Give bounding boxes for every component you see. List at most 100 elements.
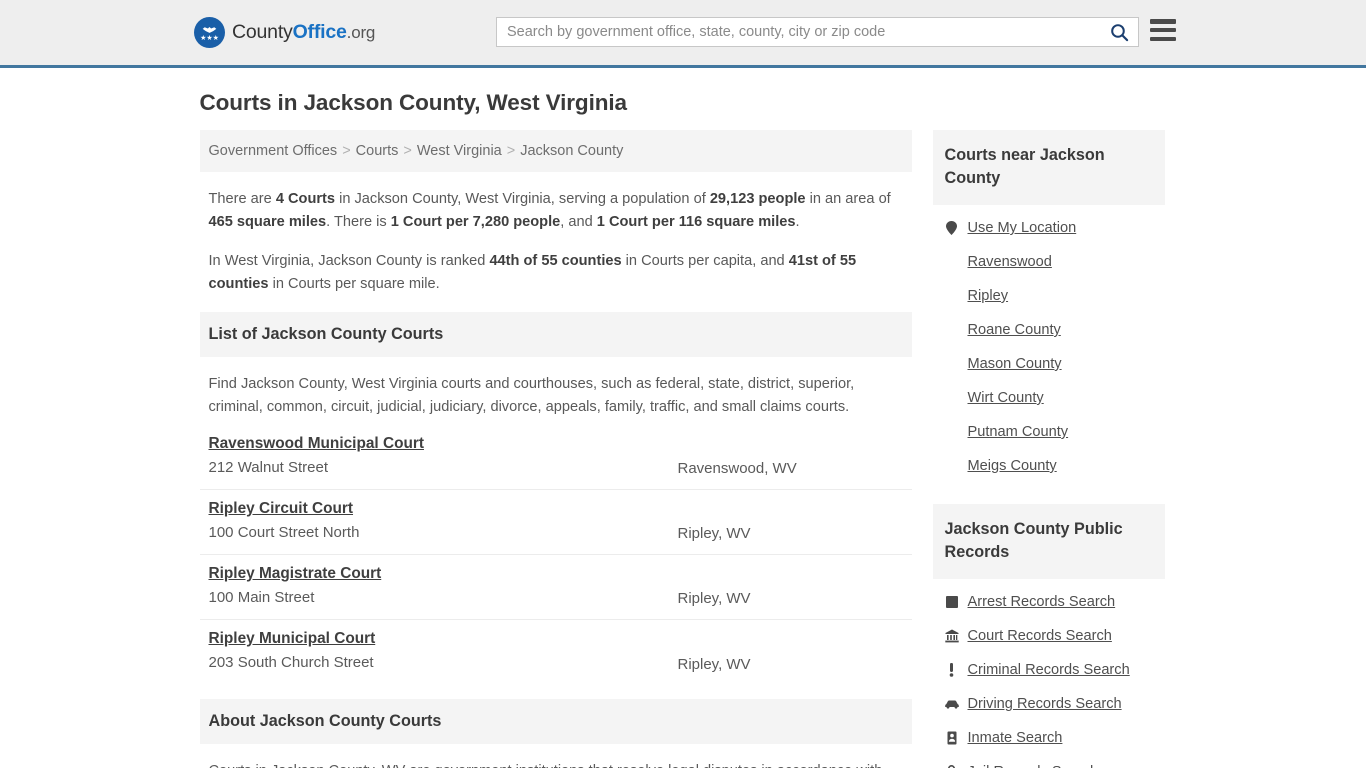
list-item: Ravenswood bbox=[933, 245, 1165, 279]
list-item: Putnam County bbox=[933, 415, 1165, 449]
about-section-heading: About Jackson County Courts bbox=[199, 699, 912, 744]
list-item: Use My Location bbox=[933, 211, 1165, 245]
sidebar-link[interactable]: Inmate Search bbox=[968, 730, 1063, 746]
stat-value: 465 square miles bbox=[208, 214, 327, 230]
hamburger-bar-3 bbox=[1150, 36, 1176, 41]
stat-text: , and bbox=[560, 214, 597, 230]
site-header: ★★★ CountyOffice.org bbox=[0, 0, 1366, 68]
stat-text: There are bbox=[208, 191, 276, 207]
exclamation-icon bbox=[945, 663, 959, 677]
breadcrumb-separator: > bbox=[403, 143, 412, 159]
list-section-description: Find Jackson County, West Virginia court… bbox=[208, 376, 855, 415]
sidebar-link[interactable]: Use My Location bbox=[968, 220, 1077, 236]
stat-text: . bbox=[795, 214, 800, 230]
sidebar: Courts near Jackson County Use My Locati… bbox=[932, 130, 1165, 768]
court-address: 203 South Church Street bbox=[208, 654, 374, 671]
brand-part-county: County bbox=[232, 21, 293, 43]
intro-paragraph-1: There are 4 Courts in Jackson County, We… bbox=[209, 188, 903, 234]
car-icon bbox=[944, 699, 959, 709]
breadcrumb-separator: > bbox=[342, 143, 351, 159]
list-item: Roane County bbox=[933, 313, 1165, 347]
hamburger-bar-2 bbox=[1150, 27, 1176, 33]
sidebar-link[interactable]: Roane County bbox=[968, 322, 1061, 338]
page-container: Courts in Jackson County, West Virginia … bbox=[191, 68, 1176, 768]
breadcrumb-item[interactable]: Government Offices bbox=[209, 143, 338, 159]
court-address: 212 Walnut Street bbox=[208, 459, 329, 476]
breadcrumb-item[interactable]: Jackson County bbox=[520, 143, 623, 159]
list-item: Arrest Records Search bbox=[933, 585, 1165, 619]
search-bar bbox=[496, 17, 1139, 47]
court-name-link[interactable]: Ripley Magistrate Court bbox=[209, 565, 382, 583]
court-row: Ripley Circuit Court 100 Court Street Nor… bbox=[199, 490, 912, 555]
court-name-link[interactable]: Ravenswood Municipal Court bbox=[209, 435, 424, 453]
court-name-link[interactable]: Ripley Municipal Court bbox=[209, 630, 376, 648]
list-item: Jail Records Search bbox=[933, 755, 1165, 768]
sidebar-link[interactable]: Criminal Records Search bbox=[968, 662, 1130, 678]
sidebar-link[interactable]: Driving Records Search bbox=[968, 696, 1122, 712]
sidebar-link[interactable]: Ripley bbox=[968, 288, 1009, 304]
hamburger-menu-icon[interactable] bbox=[1150, 19, 1176, 41]
list-item: Criminal Records Search bbox=[933, 653, 1165, 687]
hamburger-bar-1 bbox=[1150, 19, 1176, 24]
brand-part-tld: .org bbox=[346, 23, 376, 42]
search-icon bbox=[1110, 23, 1128, 41]
list-item: Driving Records Search bbox=[933, 687, 1165, 721]
court-address: 100 Court Street North bbox=[208, 524, 360, 541]
sidebar-link[interactable]: Mason County bbox=[968, 356, 1062, 372]
nearby-list: Use My Location Ravenswood Ripley Roane Cou… bbox=[933, 205, 1165, 483]
id-card-icon bbox=[945, 731, 959, 745]
stat-value: 1 Court per 7,280 people bbox=[390, 214, 561, 230]
breadcrumb-separator: > bbox=[506, 143, 516, 159]
site-logo-link[interactable]: ★★★ CountyOffice.org bbox=[194, 17, 375, 48]
list-item: Wirt County bbox=[933, 381, 1165, 415]
eagle-seal-icon: ★★★ bbox=[194, 17, 225, 48]
stat-value: 4 Courts bbox=[275, 191, 336, 207]
list-item: Mason County bbox=[933, 347, 1165, 381]
court-row: Ripley Municipal Court 203 South Church S… bbox=[200, 620, 912, 685]
sidebar-link[interactable]: Court Records Search bbox=[968, 628, 1112, 644]
court-row: Ravenswood Municipal Court 212 Walnut Str… bbox=[199, 425, 912, 490]
sidebar-link[interactable]: Ravenswood bbox=[968, 254, 1052, 270]
list-item: Ripley bbox=[933, 279, 1165, 313]
sidebar-link[interactable]: Putnam County bbox=[968, 424, 1069, 440]
courts-list: Ravenswood Municipal Court 212 Walnut Str… bbox=[199, 425, 912, 685]
list-item: Court Records Search bbox=[933, 619, 1165, 653]
stat-value: 1 Court per 116 square miles bbox=[596, 214, 796, 230]
content-columns: Government Offices > Courts > West Virginia >… bbox=[191, 130, 1176, 768]
breadcrumb: Government Offices > Courts > West Virginia >… bbox=[199, 130, 912, 172]
records-heading: Jackson County Public Records bbox=[932, 504, 1165, 579]
search-input[interactable] bbox=[497, 18, 1100, 46]
main-column: Government Offices > Courts > West Virginia >… bbox=[199, 130, 912, 768]
records-list: Arrest Records Search Court Records Searc… bbox=[933, 579, 1165, 768]
nearby-heading: Courts near Jackson County bbox=[932, 130, 1165, 205]
stat-value: 29,123 people bbox=[709, 191, 806, 207]
intro-stats: There are 4 Courts in Jackson County, We… bbox=[200, 172, 912, 296]
sidebar-link[interactable]: Wirt County bbox=[968, 390, 1044, 406]
sidebar-link[interactable]: Arrest Records Search bbox=[968, 594, 1116, 610]
breadcrumb-item[interactable]: Courts bbox=[356, 143, 399, 159]
search-button[interactable] bbox=[1100, 18, 1138, 46]
stat-text: in Jackson County, West Virginia, servin… bbox=[335, 191, 710, 207]
list-item: Meigs County bbox=[933, 449, 1165, 483]
courthouse-icon bbox=[944, 629, 959, 643]
sidebar-link[interactable]: Meigs County bbox=[968, 458, 1057, 474]
map-pin-icon bbox=[945, 221, 959, 235]
page-wrapper: Courts in Jackson County, West Virginia … bbox=[0, 68, 1366, 768]
intro-paragraph-2: In West Virginia, Jackson County is rank… bbox=[209, 250, 903, 296]
court-name-link[interactable]: Ripley Circuit Court bbox=[209, 500, 354, 518]
stat-text: . There is bbox=[326, 214, 391, 230]
stat-value: 44th of 55 counties bbox=[489, 253, 622, 269]
square-badge-icon bbox=[945, 596, 959, 608]
stat-text: in Courts per square mile. bbox=[268, 276, 440, 292]
eagle-glyph bbox=[202, 26, 217, 33]
sidebar-link[interactable]: Jail Records Search bbox=[968, 764, 1099, 768]
page-title: Courts in Jackson County, West Virginia bbox=[199, 90, 628, 115]
court-city: Ripley, WV bbox=[677, 656, 751, 673]
brand-part-office: Office bbox=[292, 21, 347, 43]
list-section-heading: List of Jackson County Courts bbox=[199, 312, 912, 357]
court-city: Ripley, WV bbox=[677, 590, 751, 607]
about-section-body: Courts in Jackson County, WV are governm… bbox=[200, 744, 912, 768]
court-row: Ripley Magistrate Court 100 Main Street Ri… bbox=[199, 555, 912, 620]
breadcrumb-item[interactable]: West Virginia bbox=[417, 143, 502, 159]
court-city: Ripley, WV bbox=[677, 525, 751, 542]
